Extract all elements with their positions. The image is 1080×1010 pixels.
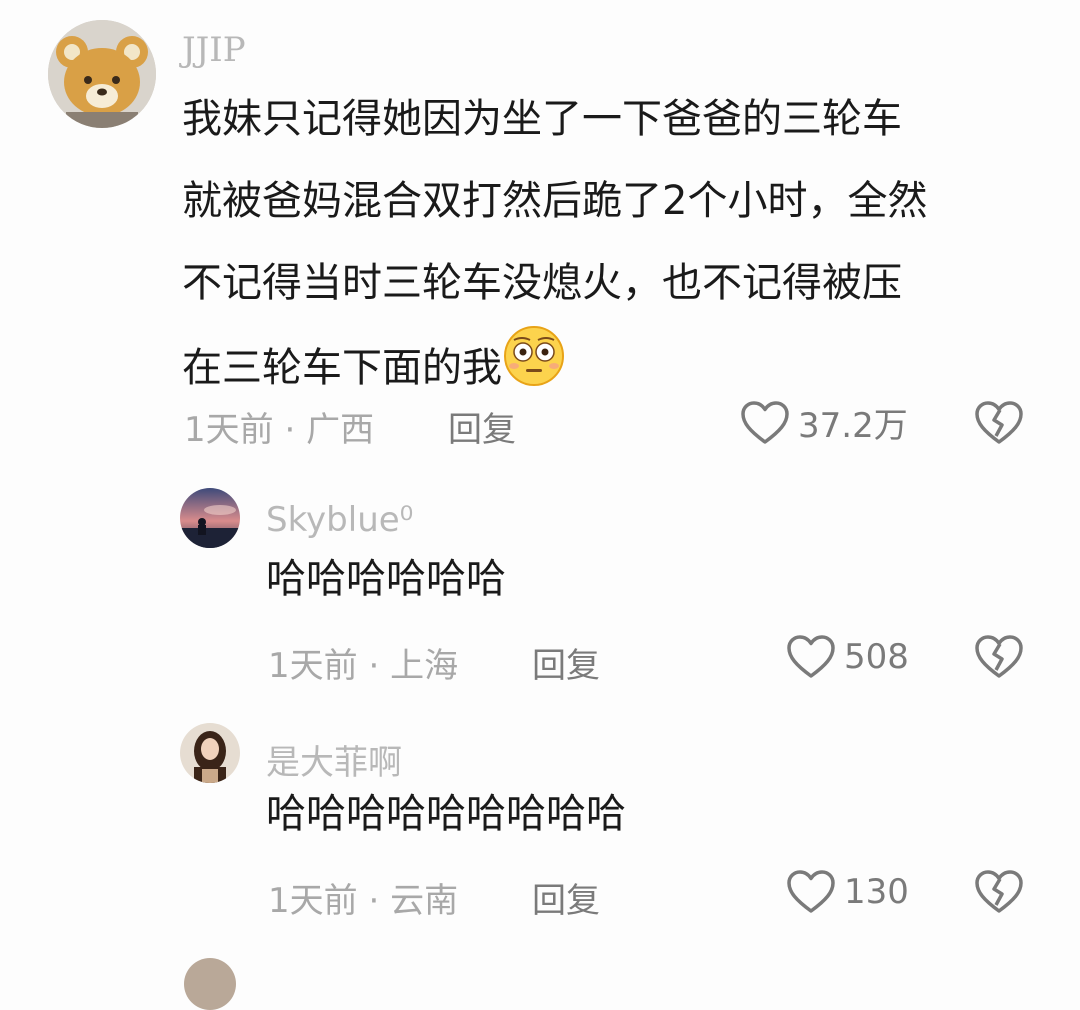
broken-heart-icon bbox=[974, 870, 1024, 919]
comment-text-line-text: 在三轮车下面的我 bbox=[182, 345, 502, 391]
separator: · bbox=[284, 410, 296, 450]
comment-time: 1天前 bbox=[184, 410, 274, 450]
dislike-button[interactable] bbox=[974, 869, 1024, 919]
portrait-avatar-icon bbox=[180, 723, 240, 783]
like-count: 130 bbox=[844, 872, 909, 912]
like-button[interactable]: 130 bbox=[786, 869, 909, 915]
comment-text-line: 不记得当时三轮车没熄火，也不记得被压 bbox=[182, 260, 902, 306]
username[interactable]: JJIP bbox=[182, 30, 246, 70]
comment-location: 上海 bbox=[390, 646, 459, 686]
reply-item: 是大菲啊 哈哈哈哈哈哈哈哈哈 1天前 · 云南 回复 130 bbox=[0, 705, 1080, 935]
comment-text: 哈哈哈哈哈哈 bbox=[266, 556, 506, 602]
comment-time: 1天前 bbox=[268, 646, 358, 686]
comment-location: 广西 bbox=[306, 410, 375, 450]
broken-heart-icon bbox=[974, 401, 1024, 450]
comment-text-line: 我妹只记得她因为坐了一下爸爸的三轮车 bbox=[182, 96, 902, 142]
avatar[interactable] bbox=[180, 723, 240, 783]
comment-text-line: 就被爸妈混合双打然后跪了2个小时，全然 bbox=[182, 178, 928, 224]
sunset-avatar-icon bbox=[180, 488, 240, 548]
reply-button[interactable]: 回复 bbox=[532, 638, 600, 687]
reply-item: Skyblue⁰ 哈哈哈哈哈哈 1天前 · 上海 回复 508 bbox=[0, 470, 1080, 700]
reply-button[interactable]: 回复 bbox=[448, 402, 516, 451]
separator: · bbox=[368, 646, 380, 686]
broken-heart-icon bbox=[974, 635, 1024, 684]
like-count: 508 bbox=[844, 637, 909, 677]
username[interactable]: 是大菲啊 bbox=[266, 735, 402, 784]
heart-icon bbox=[786, 869, 836, 915]
dislike-button[interactable] bbox=[974, 634, 1024, 684]
reply-button[interactable]: 回复 bbox=[532, 873, 600, 922]
comment-meta: 1天前 · 广西 bbox=[184, 402, 374, 451]
comment-text: 哈哈哈哈哈哈哈哈哈 bbox=[266, 791, 626, 837]
comment-meta: 1天前 · 上海 bbox=[268, 638, 458, 687]
heart-icon bbox=[786, 634, 836, 680]
like-button[interactable]: 508 bbox=[786, 634, 909, 680]
heart-icon bbox=[740, 400, 790, 446]
dislike-button[interactable] bbox=[974, 400, 1024, 450]
comment-item: JJIP 我妹只记得她因为坐了一下爸爸的三轮车 就被爸妈混合双打然后跪了2个小时… bbox=[0, 0, 1080, 460]
comment-text: 我妹只记得她因为坐了一下爸爸的三轮车 就被爸妈混合双打然后跪了2个小时，全然 不… bbox=[182, 78, 1052, 416]
comment-location: 云南 bbox=[390, 881, 459, 921]
comment-time: 1天前 bbox=[268, 881, 358, 921]
bear-avatar-icon bbox=[48, 20, 156, 128]
like-count: 37.2万 bbox=[798, 406, 908, 446]
avatar[interactable] bbox=[48, 20, 156, 128]
like-button[interactable]: 37.2万 bbox=[740, 398, 908, 447]
separator: · bbox=[368, 881, 380, 921]
comment-meta: 1天前 · 云南 bbox=[268, 873, 458, 922]
username[interactable]: Skyblue⁰ bbox=[266, 500, 413, 540]
avatar[interactable] bbox=[180, 488, 240, 548]
